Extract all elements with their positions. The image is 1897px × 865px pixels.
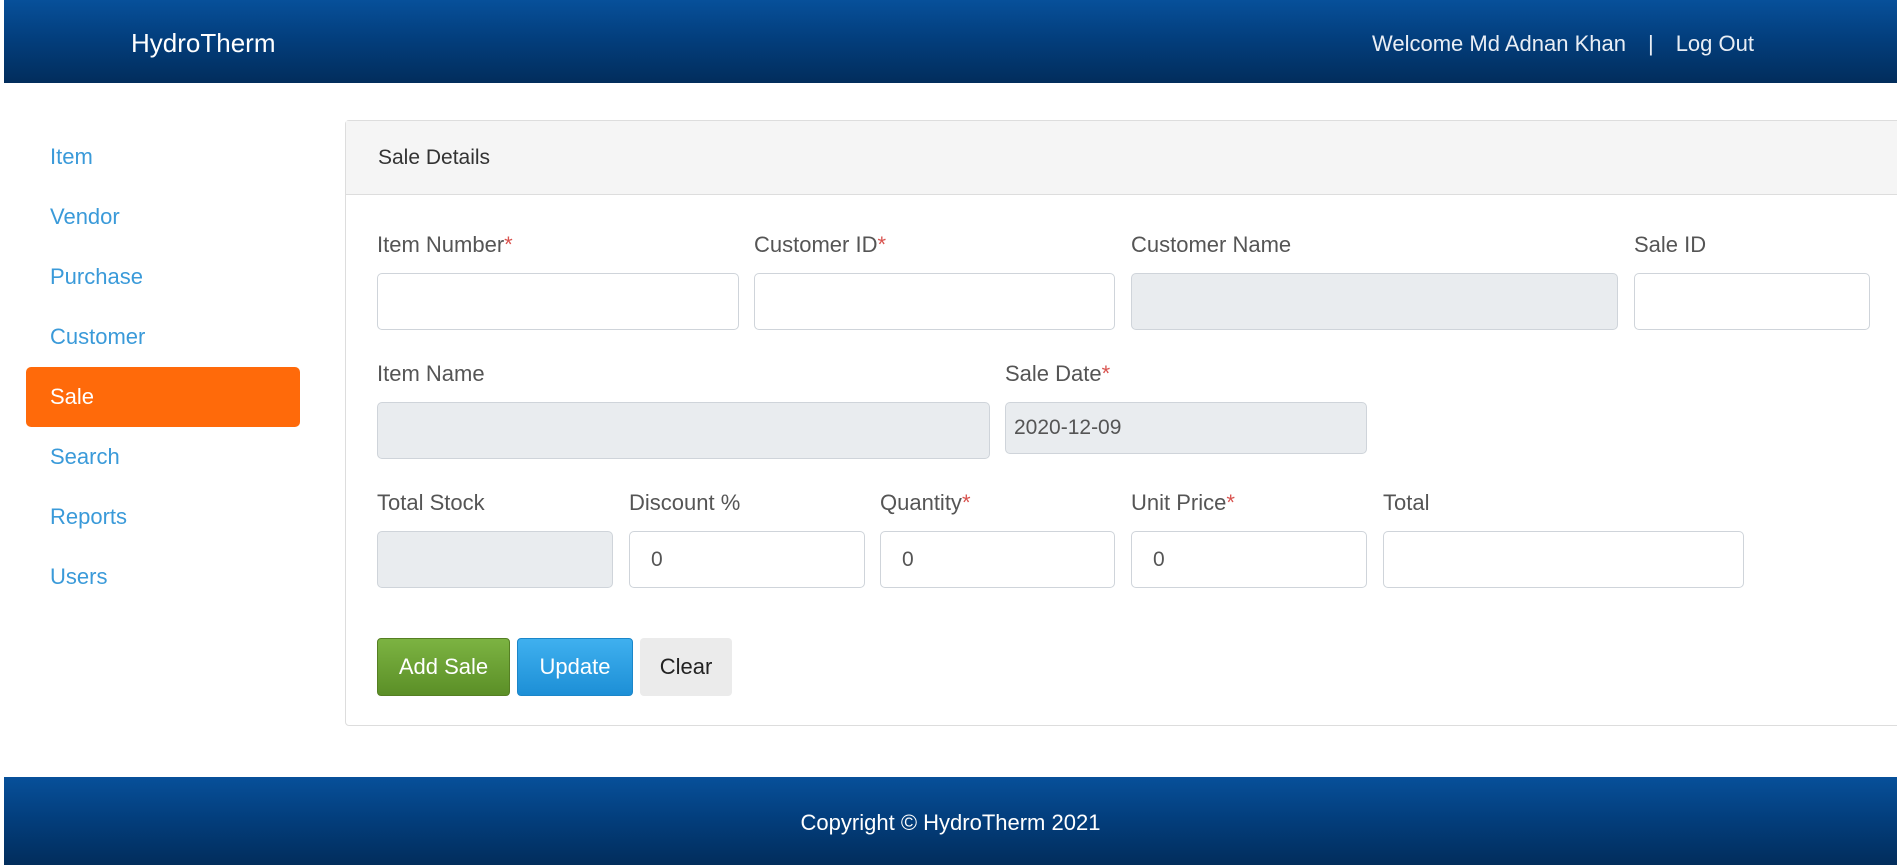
customer-id-label: Customer ID* — [754, 232, 887, 257]
sale-date-input[interactable] — [1005, 402, 1367, 454]
sale-id-label: Sale ID — [1634, 232, 1707, 257]
item-number-label: Item Number* — [377, 232, 513, 257]
update-button[interactable]: Update — [517, 638, 633, 696]
required-mark: * — [1226, 490, 1235, 515]
quantity-input[interactable] — [880, 531, 1115, 588]
required-mark: * — [504, 232, 513, 257]
sidebar-item-item[interactable]: Item — [26, 127, 300, 187]
clear-button[interactable]: Clear — [640, 638, 732, 696]
sidebar-item-vendor[interactable]: Vendor — [26, 187, 300, 247]
required-mark: * — [961, 490, 971, 515]
copyright-text: Copyright © HydroTherm 2021 — [800, 810, 1101, 835]
item-name-label: Item Name — [377, 361, 485, 386]
unit-price-label: Unit Price* — [1131, 490, 1235, 515]
item-name-input — [377, 402, 990, 459]
required-mark: * — [1101, 361, 1111, 386]
header-separator: | — [1647, 31, 1654, 56]
sidebar-item-users[interactable]: Users — [26, 547, 300, 607]
user-area: Welcome Md Adnan Khan | Log Out — [1372, 31, 1754, 57]
brand-logo-text[interactable]: HydroTherm — [131, 28, 275, 59]
required-mark: * — [877, 232, 887, 257]
total-stock-label: Total Stock — [377, 490, 485, 515]
customer-id-input[interactable] — [754, 273, 1115, 330]
add-sale-button[interactable]: Add Sale — [377, 638, 510, 696]
logout-link[interactable]: Log Out — [1676, 31, 1754, 57]
sidebar-item-customer[interactable]: Customer — [26, 307, 300, 367]
total-stock-input — [377, 531, 613, 588]
footer: Copyright © HydroTherm 2021 — [4, 777, 1897, 865]
sidebar-item-reports[interactable]: Reports — [26, 487, 300, 547]
sidebar: Item Vendor Purchase Customer Sale Searc… — [26, 127, 300, 607]
sale-id-input[interactable] — [1634, 273, 1870, 330]
total-label: Total — [1383, 490, 1430, 515]
discount-label: Discount % — [629, 490, 741, 515]
panel-title: Sale Details — [346, 121, 1897, 195]
customer-name-input — [1131, 273, 1618, 330]
sidebar-item-purchase[interactable]: Purchase — [26, 247, 300, 307]
customer-name-label: Customer Name — [1131, 232, 1292, 257]
sidebar-item-sale[interactable]: Sale — [26, 367, 300, 427]
unit-price-input[interactable] — [1131, 531, 1367, 588]
sidebar-item-search[interactable]: Search — [26, 427, 300, 487]
total-input[interactable] — [1383, 531, 1744, 588]
top-navbar: HydroTherm Welcome Md Adnan Khan | Log O… — [4, 0, 1897, 83]
item-number-input[interactable] — [377, 273, 739, 330]
discount-input[interactable] — [629, 531, 865, 588]
sale-date-label: Sale Date* — [1005, 361, 1111, 386]
quantity-label: Quantity* — [880, 490, 971, 515]
welcome-text: Welcome Md Adnan Khan — [1372, 31, 1626, 56]
